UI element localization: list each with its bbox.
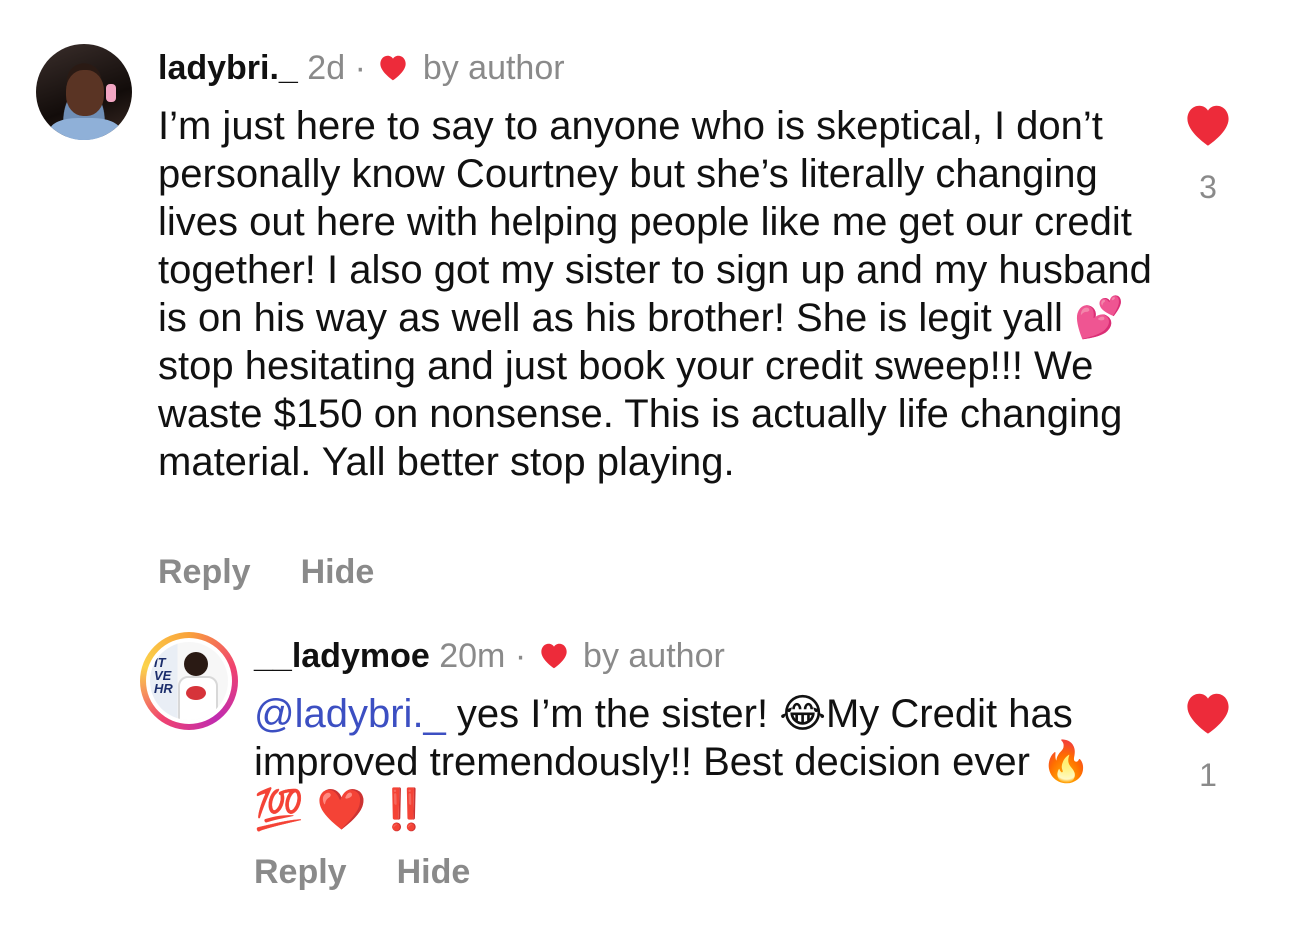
like-count: 1 — [1199, 757, 1217, 793]
avatar-face — [66, 70, 104, 116]
avatar-shirt-logo — [186, 686, 206, 700]
avatar-earring — [106, 84, 116, 102]
avatar-photo: IT VE HR — [150, 642, 228, 720]
reply-comment: IT VE HR __ladymoe 20m · by author @ladybr… — [0, 610, 1290, 928]
comment-actions: Reply Hide — [158, 553, 374, 592]
avatar-head — [184, 652, 208, 676]
comment-header: ladybri._ 2d · by author — [158, 48, 565, 88]
timestamp: 2d — [307, 49, 346, 87]
timestamp: 20m — [439, 637, 506, 675]
laughing-emoji: 😂 — [779, 691, 826, 737]
comment-actions: Reply Hide — [254, 853, 470, 892]
comment-text-part: yes I’m the sister! — [445, 692, 780, 736]
separator: · — [354, 49, 366, 87]
by-author-badge: by author — [583, 637, 725, 675]
like-button[interactable]: 3 — [1178, 100, 1238, 206]
username[interactable]: __ladymoe — [254, 637, 430, 675]
separator: · — [514, 637, 527, 675]
comment-text-part: I’m just here to say to anyone who is sk… — [158, 104, 1152, 340]
liked-by-author-heart-icon — [380, 55, 407, 81]
like-button[interactable]: 1 — [1178, 688, 1238, 794]
avatar[interactable]: IT VE HR — [146, 638, 232, 724]
username[interactable]: ladybri._ — [158, 49, 298, 87]
heart-filled-icon — [1187, 105, 1229, 146]
hide-button[interactable]: Hide — [397, 853, 471, 892]
comment: ladybri._ 2d · by author I’m just here t… — [0, 0, 1290, 610]
mention-link[interactable]: @ladybri._ — [254, 692, 446, 736]
reply-button[interactable]: Reply — [158, 553, 251, 592]
avatar[interactable] — [36, 44, 132, 140]
comment-text-part: stop hesitating and just book your credi… — [158, 344, 1123, 484]
heart-filled-icon — [1187, 693, 1229, 734]
liked-by-author-heart-icon — [540, 643, 567, 669]
comment-header: __ladymoe 20m · by author — [254, 636, 725, 676]
comment-text: I’m just here to say to anyone who is sk… — [158, 102, 1158, 486]
hide-button[interactable]: Hide — [301, 553, 375, 592]
avatar-sign: IT VE HR — [154, 655, 173, 696]
comment-text: @ladybri._ yes I’m the sister! 😂My Credi… — [254, 690, 1134, 834]
two-hearts-emoji: 💕 — [1073, 295, 1124, 341]
by-author-badge: by author — [422, 49, 565, 87]
avatar-shirt — [50, 118, 120, 140]
like-count: 3 — [1199, 169, 1217, 205]
reply-button[interactable]: Reply — [254, 853, 347, 892]
